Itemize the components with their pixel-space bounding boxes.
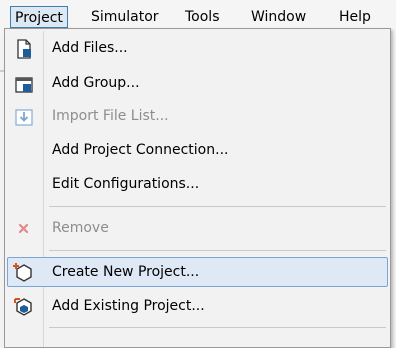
menu-item-add-existing-project[interactable]: Add Existing Project... <box>7 291 388 321</box>
project-menu-dropdown: Add Files... Add Group... Import File Li… <box>4 28 391 348</box>
menu-item-remove[interactable]: Remove <box>7 213 388 243</box>
menu-project[interactable]: Project <box>10 6 68 28</box>
menu-item-add-project-connection[interactable]: Add Project Connection... <box>7 135 388 165</box>
menu-item-label: Remove <box>52 220 109 236</box>
menu-item-label: Import File List... <box>52 108 169 124</box>
menu-item-import-file-list[interactable]: Import File List... <box>7 101 388 131</box>
menu-item-edit-configurations[interactable]: Edit Configurations... <box>7 169 388 199</box>
menu-item-label: Add Project Connection... <box>52 142 229 158</box>
menu-item-label: Add Existing Project... <box>52 298 205 314</box>
add-group-icon <box>13 73 35 95</box>
menu-separator <box>49 327 386 328</box>
menu-item-label: Create New Project... <box>52 264 200 280</box>
menu-item-add-files[interactable]: Add Files... <box>7 33 388 63</box>
menu-item-label: Edit Configurations... <box>52 176 200 192</box>
remove-icon <box>13 218 35 240</box>
menu-separator <box>49 206 386 207</box>
add-existing-project-icon <box>13 296 35 318</box>
create-project-icon <box>13 261 35 283</box>
menu-separator <box>49 250 386 251</box>
menu-item-label: Add Files... <box>52 40 128 56</box>
menu-item-create-new-project[interactable]: Create New Project... <box>7 257 388 287</box>
menu-item-label: Add Group... <box>52 75 140 91</box>
menu-item-add-group[interactable]: Add Group... <box>7 68 388 98</box>
add-files-icon <box>13 38 35 60</box>
import-icon <box>13 106 35 128</box>
